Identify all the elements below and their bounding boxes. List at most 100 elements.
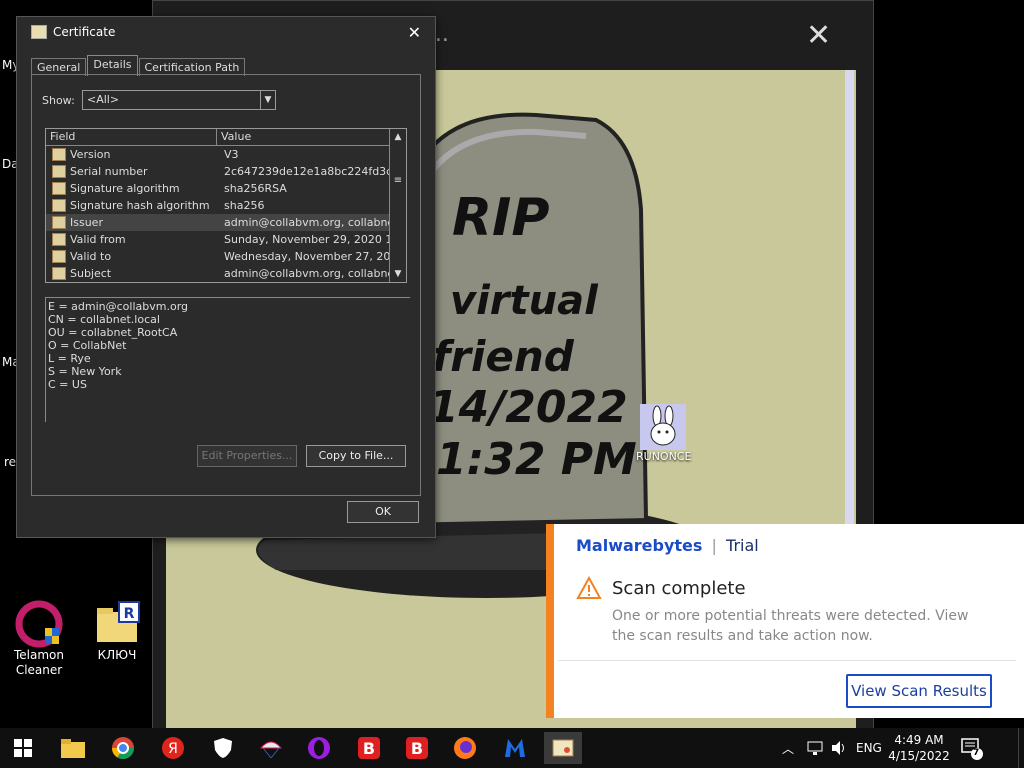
- windows-icon: [14, 739, 32, 757]
- column-header-value[interactable]: Value: [217, 129, 392, 145]
- clock[interactable]: 4:49 AM 4/15/2022: [888, 728, 950, 768]
- field-name: Subject: [70, 267, 112, 280]
- field-name: Valid to: [70, 250, 112, 263]
- field-value: 2c647239de12e1a8bc224fd3d...: [224, 165, 400, 178]
- show-dropdown[interactable]: <All> ▼: [82, 90, 276, 110]
- taskbar-opera[interactable]: [300, 732, 338, 764]
- list-row[interactable]: Valid from Sunday, November 29, 2020 1...: [46, 231, 406, 248]
- field-icon: [52, 199, 66, 212]
- taskbar-firefox[interactable]: [446, 732, 484, 764]
- detail-line: S = New York: [48, 365, 122, 378]
- list-row[interactable]: Signature algorithm sha256RSA: [46, 180, 406, 197]
- field-name: Valid from: [70, 233, 126, 246]
- field-name: Signature algorithm: [70, 182, 180, 195]
- yandex-icon: Я: [162, 737, 184, 759]
- language-indicator[interactable]: ENG: [856, 728, 882, 768]
- notification-body: One or more potential threats were detec…: [612, 608, 969, 644]
- malwarebytes-notification: Malwarebytes | Trial Scan complete One o…: [546, 524, 1024, 718]
- tomb-text: 14/2022: [428, 382, 628, 433]
- field-value: sha256RSA: [224, 182, 287, 195]
- desktop-icon-runonce[interactable]: RUNONCE: [636, 404, 691, 463]
- list-scrollbar[interactable]: ▲ ≡ ▼: [389, 129, 406, 282]
- dialog-title-bar: Certificate: [17, 17, 435, 47]
- list-row[interactable]: Version V3: [46, 146, 406, 163]
- taskbar-brave[interactable]: B: [350, 732, 388, 764]
- close-icon[interactable]: ✕: [408, 23, 421, 42]
- list-row[interactable]: Serial number 2c647239de12e1a8bc224fd3d..…: [46, 163, 406, 180]
- svg-text:B: B: [411, 739, 423, 758]
- b-icon: B: [406, 737, 428, 759]
- tomb-text: RIP: [452, 188, 550, 248]
- tab-details[interactable]: Details: [87, 55, 138, 76]
- opera-icon: [308, 737, 330, 759]
- field-detail-text[interactable]: E = admin@collabvm.org CN = collabnet.lo…: [45, 297, 410, 422]
- start-button[interactable]: [4, 732, 42, 764]
- field-icon: [52, 165, 66, 178]
- desktop-icon-label: КЛЮЧ: [97, 648, 137, 662]
- malwarebytes-icon: [505, 739, 525, 757]
- detail-line: L = Rye: [48, 352, 91, 365]
- chevron-down-icon: ▼: [260, 91, 275, 109]
- tab-bar: General Details Certification Path: [31, 55, 246, 76]
- warning-icon: [576, 576, 602, 599]
- clock-date: 4/15/2022: [888, 749, 950, 763]
- field-value: sha256: [224, 199, 265, 212]
- close-icon[interactable]: ✕: [806, 18, 831, 53]
- taskbar-brave-2[interactable]: B: [398, 732, 436, 764]
- network-icon: [807, 741, 823, 755]
- svg-text:Я: Я: [168, 741, 178, 757]
- field-value: Wednesday, November 27, 20...: [224, 250, 400, 263]
- certificate-icon: [552, 739, 574, 757]
- field-name: Version: [70, 148, 111, 161]
- ok-button[interactable]: OK: [347, 501, 419, 523]
- list-row[interactable]: Signature hash algorithm sha256: [46, 197, 406, 214]
- show-desktop-button[interactable]: [1018, 728, 1024, 768]
- taskbar-app[interactable]: [252, 732, 290, 764]
- chrome-icon: [112, 737, 134, 759]
- taskbar-security[interactable]: [204, 732, 242, 764]
- bunny-icon: [640, 404, 686, 450]
- scrollbar-thumb[interactable]: ≡: [393, 175, 403, 186]
- field-icon: [52, 233, 66, 246]
- field-icon: [52, 182, 66, 195]
- taskbar-certificate[interactable]: [544, 732, 582, 764]
- list-row[interactable]: Valid to Wednesday, November 27, 20...: [46, 248, 406, 265]
- chevron-up-icon[interactable]: ▲: [390, 129, 406, 145]
- chevron-down-icon[interactable]: ▼: [390, 266, 406, 282]
- action-center-button[interactable]: 7: [960, 728, 984, 768]
- notification-count: 7: [973, 748, 980, 758]
- taskbar-chrome[interactable]: [104, 732, 142, 764]
- network-status[interactable]: [806, 728, 824, 768]
- list-row[interactable]: Subject admin@collabvm.org, collabne...: [46, 265, 406, 282]
- edit-properties-button[interactable]: Edit Properties...: [197, 445, 297, 467]
- field-icon: [52, 250, 66, 263]
- svg-text:R: R: [124, 606, 135, 622]
- list-header: Field Value: [46, 129, 406, 146]
- field-value: admin@collabvm.org, collabne...: [224, 267, 400, 280]
- taskbar-file-explorer[interactable]: [54, 732, 92, 764]
- clock-time: 4:49 AM: [894, 733, 944, 747]
- field-icon: [52, 267, 66, 280]
- field-name: Serial number: [70, 165, 148, 178]
- field-name: Issuer: [70, 216, 103, 229]
- tomb-text: friend: [432, 332, 574, 381]
- taskbar-malwarebytes[interactable]: [496, 732, 534, 764]
- view-scan-results-button[interactable]: View Scan Results: [846, 674, 992, 708]
- list-row-selected[interactable]: Issuer admin@collabvm.org, collabne...: [46, 214, 406, 231]
- volume-control[interactable]: [830, 728, 848, 768]
- desktop-icon-label[interactable]: re: [4, 455, 16, 470]
- taskbar-yandex-browser[interactable]: Я: [154, 732, 192, 764]
- field-value: admin@collabvm.org, collabne...: [224, 216, 400, 229]
- folder-icon: [61, 739, 85, 758]
- column-header-field[interactable]: Field: [46, 129, 217, 145]
- field-icon: [52, 216, 66, 229]
- notification-title: Scan complete: [612, 578, 746, 599]
- desktop-icon-kluch[interactable]: R КЛЮЧ: [88, 600, 146, 663]
- details-panel: Show: <All> ▼ Field Value Version V3 Seri…: [31, 74, 421, 496]
- copy-to-file-button[interactable]: Copy to File...: [306, 445, 406, 467]
- scrollbar[interactable]: [845, 70, 854, 530]
- desktop-icon-telamon-cleaner[interactable]: Telamon Cleaner: [10, 600, 68, 678]
- tray-overflow[interactable]: ︿: [782, 728, 794, 768]
- speaker-icon: [832, 741, 844, 755]
- show-label: Show:: [42, 94, 75, 107]
